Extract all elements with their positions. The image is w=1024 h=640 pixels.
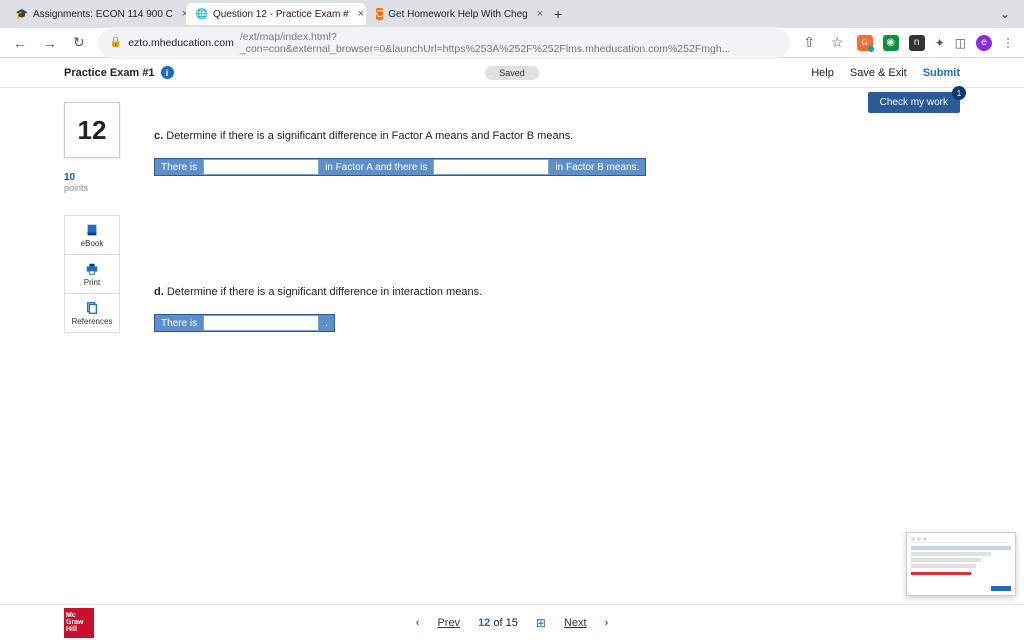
printer-icon <box>85 262 99 276</box>
book-icon <box>85 223 99 237</box>
window-icon[interactable]: ◫ <box>955 36 966 50</box>
star-icon[interactable]: ☆ <box>828 34 847 51</box>
tab-chegg[interactable]: C Get Homework Help With Cheg × <box>366 3 546 25</box>
tool-label: References <box>72 317 113 326</box>
chevron-down-icon[interactable]: ⌄ <box>1000 7 1018 21</box>
ext-icon[interactable]: G <box>857 35 873 51</box>
puzzle-icon[interactable]: ✦ <box>935 36 945 50</box>
save-exit-link[interactable]: Save & Exit <box>850 67 907 79</box>
points-value: 10 <box>64 172 136 183</box>
grad-cap-icon: 🎓 <box>16 8 28 20</box>
grid-icon[interactable]: ⊞ <box>536 616 546 630</box>
answer-seg: in Factor B means. <box>549 159 645 175</box>
lock-icon: 🔒 <box>110 37 122 48</box>
forward-button[interactable]: → <box>40 35 60 51</box>
title-text: Practice Exam #1 <box>64 67 155 79</box>
answer-seg: There is <box>155 159 203 175</box>
submit-link[interactable]: Submit <box>923 67 960 79</box>
question-sidebar: 12 10 points eBook Print References <box>64 102 136 333</box>
tab-assignments[interactable]: 🎓 Assignments: ECON 114 900 C × <box>6 3 186 25</box>
ext-icon[interactable]: ◉ <box>883 35 899 51</box>
url-path: /ext/map/index.html?_con=con&external_br… <box>240 31 778 55</box>
print-button[interactable]: Print <box>64 254 120 294</box>
prev-arrow-icon[interactable]: ‹ <box>416 617 420 629</box>
chegg-icon: C <box>376 8 383 20</box>
header-links: Help Save & Exit Submit <box>811 67 960 79</box>
part-d-answer: There is . <box>154 314 335 332</box>
question-body: c. Determine if there is a significant d… <box>154 102 960 333</box>
answer-seg: . <box>319 315 334 331</box>
help-link[interactable]: Help <box>811 67 834 79</box>
question-number: 12 <box>64 102 120 158</box>
content-area: Check my work 1 12 10 points eBook Print… <box>0 88 1024 333</box>
copy-icon <box>85 301 99 315</box>
back-button[interactable]: ← <box>10 35 30 51</box>
address-bar: ← → ↻ 🔒 ezto.mheducation.com/ext/map/ind… <box>0 28 1024 58</box>
app-header: Practice Exam #1 i Saved Help Save & Exi… <box>0 58 1024 88</box>
tool-buttons: eBook Print References <box>64 215 136 333</box>
part-c-answer: There is in Factor A and there is in Fac… <box>154 158 646 176</box>
info-icon[interactable]: i <box>161 66 174 79</box>
check-work-label: Check my work <box>880 97 948 108</box>
browser-tab-strip: 🎓 Assignments: ECON 114 900 C × 🌐 Questi… <box>0 0 1024 28</box>
share-icon[interactable]: ⇧ <box>800 34 818 51</box>
menu-icon[interactable]: ⋮ <box>1002 36 1014 50</box>
part-label: d. <box>154 286 164 298</box>
reload-button[interactable]: ↻ <box>70 34 88 51</box>
tab-title: Get Homework Help With Cheg <box>388 9 528 20</box>
footer-bar: McGrawHill ‹ Prev 12 of 15 ⊞ Next › <box>0 604 1024 640</box>
globe-icon: 🌐 <box>196 8 208 20</box>
check-work-button[interactable]: Check my work 1 <box>868 92 960 113</box>
points-display: 10 points <box>64 172 136 193</box>
tool-label: eBook <box>81 239 104 248</box>
interaction-dropdown[interactable] <box>203 315 319 331</box>
next-link[interactable]: Next <box>564 617 587 629</box>
part-d-prompt: d. Determine if there is a significant d… <box>154 286 960 298</box>
tab-title: Assignments: ECON 114 900 C <box>33 9 173 20</box>
tool-label: Print <box>84 278 100 287</box>
profile-icon[interactable]: e <box>976 35 992 51</box>
tab-question[interactable]: 🌐 Question 12 - Practice Exam # × <box>186 3 366 25</box>
url-domain: ezto.mheducation.com <box>128 37 234 49</box>
exam-title: Practice Exam #1 i <box>64 66 174 79</box>
part-c-prompt: c. Determine if there is a significant d… <box>154 130 960 142</box>
part-text: Determine if there is a significant diff… <box>166 130 573 142</box>
close-icon[interactable]: × <box>537 8 543 20</box>
pagination: ‹ Prev 12 of 15 ⊞ Next › <box>416 616 608 630</box>
extension-icons: G ◉ n ✦ ◫ e ⋮ <box>857 35 1014 51</box>
factor-b-dropdown[interactable] <box>433 159 549 175</box>
ebook-button[interactable]: eBook <box>64 215 120 255</box>
new-tab-button[interactable]: + <box>546 6 570 22</box>
url-input[interactable]: 🔒 ezto.mheducation.com/ext/map/index.htm… <box>98 27 791 59</box>
answer-seg: There is <box>155 315 203 331</box>
points-label: points <box>64 183 136 193</box>
saved-indicator: Saved <box>485 66 539 80</box>
thumbnail-preview[interactable] <box>906 532 1016 596</box>
part-d: d. Determine if there is a significant d… <box>154 286 960 332</box>
page-position: 12 of 15 <box>478 617 518 629</box>
part-text: Determine if there is a significant diff… <box>167 286 482 298</box>
mcgraw-hill-logo: McGrawHill <box>64 608 94 638</box>
prev-link[interactable]: Prev <box>437 617 460 629</box>
ext-icon[interactable]: n <box>909 35 925 51</box>
references-button[interactable]: References <box>64 293 120 333</box>
factor-a-dropdown[interactable] <box>203 159 319 175</box>
next-arrow-icon[interactable]: › <box>605 617 609 629</box>
answer-seg: in Factor A and there is <box>319 159 433 175</box>
check-work-badge: 1 <box>952 86 966 100</box>
close-icon[interactable]: × <box>358 8 364 20</box>
tab-title: Question 12 - Practice Exam # <box>213 9 349 20</box>
part-label: c. <box>154 130 163 142</box>
